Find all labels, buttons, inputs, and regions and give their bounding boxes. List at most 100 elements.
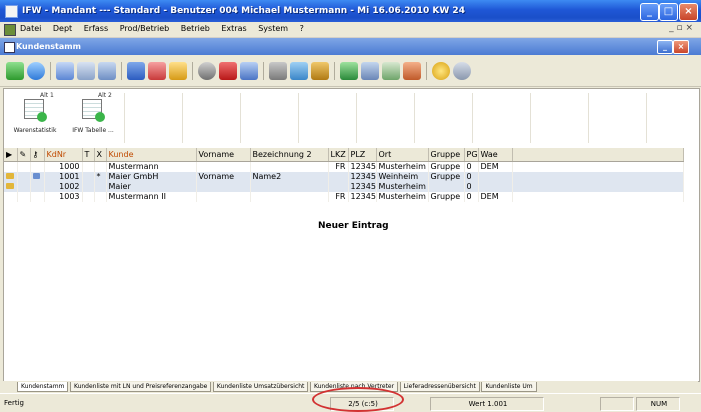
cell-t[interactable] bbox=[82, 182, 95, 192]
col-header-gruppe[interactable]: Gruppe bbox=[428, 148, 465, 162]
cell-lkz[interactable] bbox=[328, 172, 349, 182]
cell-x[interactable]: * bbox=[94, 172, 107, 182]
refresh-icon[interactable] bbox=[27, 62, 45, 80]
menu-prod-betrieb[interactable]: Prod/Betrieb bbox=[120, 24, 170, 33]
cell-wae[interactable]: DEM bbox=[478, 192, 513, 202]
cell-bezeichnung2[interactable]: Name2 bbox=[250, 172, 329, 182]
menu-dept[interactable]: Dept bbox=[53, 24, 72, 33]
col-header-vorname[interactable]: Vorname bbox=[196, 148, 251, 162]
col-header-bezeichnung2[interactable]: Bezeichnung 2 bbox=[250, 148, 329, 162]
menu-system[interactable]: System bbox=[258, 24, 288, 33]
phone-icon[interactable] bbox=[269, 62, 287, 80]
cell-vorname[interactable]: Vorname bbox=[196, 172, 251, 182]
cell-pg[interactable]: 0 bbox=[464, 192, 479, 202]
cell-ort[interactable]: Musterheim bbox=[376, 182, 429, 192]
col-header-plz[interactable]: PLZ bbox=[348, 148, 377, 162]
cell-gruppe[interactable]: Gruppe bbox=[428, 161, 465, 172]
document-edit-icon[interactable] bbox=[382, 62, 400, 80]
cell-kunde[interactable]: Maier bbox=[106, 182, 197, 192]
cell-gruppe[interactable] bbox=[428, 182, 465, 192]
tab-kundenliste-umsatz[interactable]: Kundenliste Umsatzübersicht bbox=[212, 382, 309, 392]
cell-wae[interactable] bbox=[478, 182, 513, 192]
cell-plz[interactable]: 12345 bbox=[348, 161, 377, 172]
table-row[interactable]: 1003 Mustermann II FR 12345 Musterheim G… bbox=[4, 192, 684, 202]
cell-plz[interactable]: 12345 bbox=[348, 182, 377, 192]
doc-grid-icon[interactable] bbox=[77, 62, 95, 80]
menu-erfass[interactable]: Erfass bbox=[84, 24, 108, 33]
tab-lieferadressen[interactable]: Lieferadressenübersicht bbox=[399, 382, 480, 392]
cell-kdnr[interactable]: 1001 bbox=[44, 172, 83, 182]
cell-pg[interactable]: 0 bbox=[464, 182, 479, 192]
menu-help[interactable]: ? bbox=[300, 24, 304, 33]
cell-kunde[interactable]: Maier GmbH bbox=[106, 172, 197, 182]
col-header-pg[interactable]: PG bbox=[464, 148, 479, 162]
help-icon[interactable] bbox=[453, 62, 471, 80]
col-header-wae[interactable]: Wae bbox=[478, 148, 513, 162]
cell-kunde[interactable]: Mustermann bbox=[106, 161, 197, 172]
cell-t[interactable] bbox=[82, 172, 95, 182]
cell-t[interactable] bbox=[82, 192, 95, 202]
col-header-key[interactable]: ⚷ bbox=[30, 148, 45, 162]
back-arrow-icon[interactable] bbox=[6, 62, 24, 80]
cell-vorname[interactable] bbox=[196, 192, 251, 202]
cell-ort[interactable]: Musterheim bbox=[376, 192, 429, 202]
cell-pg[interactable]: 0 bbox=[464, 161, 479, 172]
cell-kdnr[interactable]: 1000 bbox=[44, 161, 83, 172]
cell-ort[interactable]: Musterheim bbox=[376, 161, 429, 172]
menu-betrieb[interactable]: Betrieb bbox=[181, 24, 210, 33]
cell-bezeichnung2[interactable] bbox=[250, 182, 329, 192]
cell-bezeichnung2[interactable] bbox=[250, 161, 329, 172]
cell-kdnr[interactable]: 1002 bbox=[44, 182, 83, 192]
table-row[interactable]: 1001 * Maier GmbH Vorname Name2 12345 We… bbox=[4, 172, 684, 182]
cell-vorname[interactable] bbox=[196, 182, 251, 192]
cell-wae[interactable] bbox=[478, 172, 513, 182]
cell-ort[interactable]: Weinheim bbox=[376, 172, 429, 182]
cell-t[interactable] bbox=[82, 161, 95, 172]
col-header-marker[interactable]: ▶ bbox=[4, 148, 18, 162]
col-header-kdnr[interactable]: KdNr bbox=[44, 148, 83, 162]
cell-kdnr[interactable]: 1003 bbox=[44, 192, 83, 202]
tab-kundenliste-um[interactable]: Kundenliste Um bbox=[481, 382, 537, 392]
excel-icon[interactable] bbox=[340, 62, 358, 80]
report-warenstatistik[interactable]: Alt 1 Warenstatistik bbox=[6, 91, 64, 141]
new-entry-row[interactable]: Neuer Eintrag bbox=[318, 221, 389, 231]
cell-plz[interactable]: 12345 bbox=[348, 192, 377, 202]
cell-x[interactable] bbox=[94, 192, 107, 202]
menu-datei[interactable]: Datei bbox=[20, 24, 41, 33]
doc-blue-icon[interactable] bbox=[56, 62, 74, 80]
table-row[interactable]: 1002 Maier 12345 Musterheim 0 bbox=[4, 182, 684, 192]
minimize-button[interactable]: _ bbox=[640, 3, 659, 21]
tab-kundenstamm[interactable]: Kundenstamm bbox=[17, 382, 69, 392]
cell-vorname[interactable] bbox=[196, 161, 251, 172]
users-icon[interactable] bbox=[290, 62, 308, 80]
card-icon[interactable] bbox=[240, 62, 258, 80]
print-icon[interactable] bbox=[361, 62, 379, 80]
table-row[interactable]: 1000 Mustermann FR 12345 Musterheim Grup… bbox=[4, 161, 684, 172]
cell-lkz[interactable] bbox=[328, 182, 349, 192]
coin-icon[interactable] bbox=[432, 62, 450, 80]
cell-lkz[interactable]: FR bbox=[328, 192, 349, 202]
cell-gruppe[interactable]: Gruppe bbox=[428, 172, 465, 182]
col-header-x[interactable]: X bbox=[94, 148, 107, 162]
col-header-ort[interactable]: Ort bbox=[376, 148, 429, 162]
tab-kundenliste-ln[interactable]: Kundenliste mit LN und Preisreferenzanga… bbox=[69, 382, 212, 392]
cell-plz[interactable]: 12345 bbox=[348, 172, 377, 182]
cell-lkz[interactable]: FR bbox=[328, 161, 349, 172]
book-stack-icon[interactable] bbox=[311, 62, 329, 80]
close-button[interactable]: × bbox=[679, 3, 698, 21]
col-header-t[interactable]: T bbox=[82, 148, 95, 162]
cell-pg[interactable]: 0 bbox=[464, 172, 479, 182]
binoculars-icon[interactable] bbox=[198, 62, 216, 80]
cell-x[interactable] bbox=[94, 182, 107, 192]
list-icon[interactable] bbox=[148, 62, 166, 80]
maximize-button[interactable]: □ bbox=[659, 3, 678, 21]
col-header-lkz[interactable]: LKZ bbox=[328, 148, 349, 162]
stop-icon[interactable] bbox=[219, 62, 237, 80]
col-header-pencil[interactable]: ✎ bbox=[17, 148, 31, 162]
report-ifw-tabelle[interactable]: Alt 2 IFW Tabelle ... bbox=[64, 91, 122, 141]
export-icon[interactable] bbox=[403, 62, 421, 80]
mdi-icon[interactable] bbox=[4, 24, 16, 36]
book-icon[interactable] bbox=[127, 62, 145, 80]
col-header-kunde[interactable]: Kunde bbox=[106, 148, 197, 162]
inner-close-button[interactable]: × bbox=[673, 40, 689, 54]
